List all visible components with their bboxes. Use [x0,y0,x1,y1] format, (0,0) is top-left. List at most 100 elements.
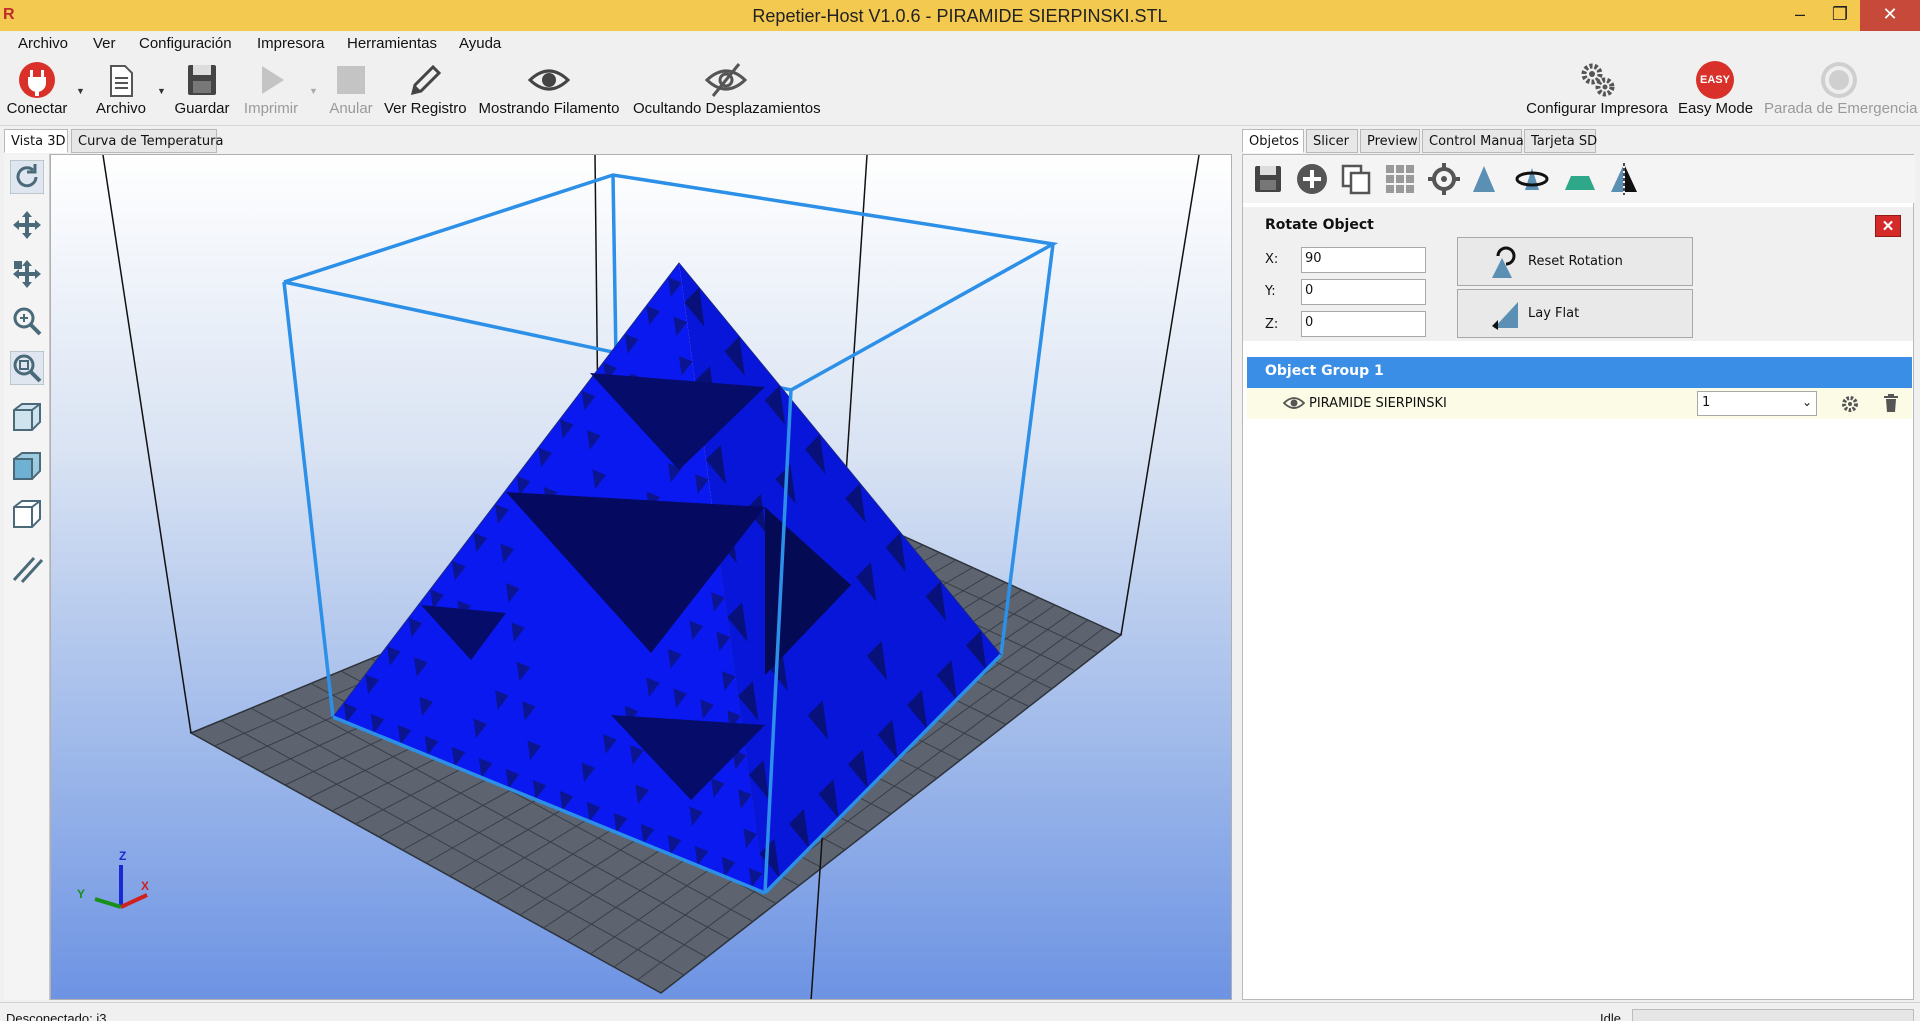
menu-herramientas[interactable]: Herramientas [347,35,437,52]
rotate-z-label: Z: [1265,317,1279,332]
move-object-icon[interactable] [10,257,44,291]
status-bar: Desconectado: i3 Idle [0,1002,1920,1021]
floppy-disk-icon [188,65,216,95]
move-view-icon[interactable] [10,208,44,242]
minimize-button[interactable]: – [1780,0,1820,31]
file-label: Archivo [95,100,147,117]
save-button[interactable]: Guardar [171,60,233,117]
scale-object-icon[interactable] [1467,162,1501,196]
print-dropdown-icon[interactable]: ▼ [309,86,318,96]
visibility-eye-icon[interactable] [1283,395,1305,411]
document-icon [110,65,133,97]
window-title: Repetier-Host V1.0.6 - PIRAMIDE SIERPINS… [752,6,1168,26]
maximize-button[interactable]: ❐ [1820,0,1860,31]
tab-objects[interactable]: Objetos [1242,129,1304,153]
power-plug-icon [19,62,55,98]
print-button[interactable]: Imprimir [236,60,306,117]
chevron-down-icon: ⌄ [1801,395,1812,409]
menu-configuracion[interactable]: Configuración [139,35,232,52]
save-object-icon[interactable] [1251,162,1285,196]
rotate-y-input[interactable]: 0 [1301,279,1426,305]
rotate-object-icon[interactable] [1515,162,1549,196]
tab-preview[interactable]: Preview [1360,129,1420,153]
hide-travel-button[interactable]: Ocultando Desplazamientos [633,60,821,117]
rotate-x-label: X: [1265,252,1279,267]
lay-flat-button[interactable]: Lay Flat [1457,289,1693,338]
main-toolbar: Conectar ▼ Archivo ▼ Guardar Imprimir ▼ … [0,56,1920,126]
gears-icon [1581,63,1615,97]
axis-x-label: X [141,879,150,893]
gear-icon[interactable] [1841,395,1859,413]
close-window-button[interactable]: ✕ [1860,0,1920,31]
axis-gizmo: Z X Y [69,849,150,919]
tab-temperature-curve[interactable]: Curva de Temperatura [71,129,223,153]
save-label: Guardar [174,100,230,117]
tab-sd-card[interactable]: Tarjeta SD [1524,129,1597,153]
menu-impresora[interactable]: Impresora [257,35,325,52]
panel-splitter[interactable] [1232,126,1242,1002]
view-log-label: Ver Registro [384,100,467,117]
mirror-object-icon[interactable] [1607,162,1641,196]
3d-viewport[interactable]: Z X Y [50,154,1232,1000]
close-rotate-button[interactable]: ✕ [1875,215,1901,237]
title-bar: R Repetier-Host V1.0.6 - PIRAMIDE SIERPI… [0,0,1920,31]
copies-select[interactable]: 1 ⌄ [1697,391,1817,416]
object-row[interactable]: PIRAMIDE SIERPINSKI 1 ⌄ [1247,388,1912,419]
easy-mode-button[interactable]: EASY Easy Mode [1678,60,1754,117]
tab-vista-3d[interactable]: Vista 3D [4,129,68,153]
menu-ayuda[interactable]: Ayuda [459,35,501,52]
rotate-x-input[interactable]: 90 [1301,247,1426,273]
rotate-z-input[interactable]: 0 [1301,311,1426,337]
front-view-icon[interactable] [10,449,44,483]
connect-button[interactable]: Conectar [4,60,70,117]
menu-archivo[interactable]: Archivo [18,35,68,52]
view-tools [4,154,50,1000]
rotate-panel-title: Rotate Object [1265,217,1374,233]
printer-state: Idle [1600,1011,1621,1021]
show-filament-button[interactable]: Mostrando Filamento [476,60,622,117]
reset-rotation-icon [1492,246,1516,278]
zoom-icon[interactable] [10,304,44,338]
emergency-stop-button[interactable]: Parada de Emergencia [1764,60,1917,117]
eye-icon [528,69,570,91]
cancel-button[interactable]: Anular [323,60,379,117]
menu-bar: Archivo Ver Configuración Impresora Herr… [0,31,1920,56]
axis-z-label: Z [119,849,127,863]
connection-status: Desconectado: i3 [6,1011,107,1021]
tab-slicer[interactable]: Slicer [1306,129,1358,153]
copy-object-icon[interactable] [1339,162,1373,196]
tab-manual-control[interactable]: Control Manual [1422,129,1527,153]
object-group-row[interactable]: Object Group 1 [1247,357,1912,388]
view-log-button[interactable]: Ver Registro [384,60,467,117]
trash-icon[interactable] [1883,394,1899,412]
center-object-icon[interactable] [1427,162,1461,196]
add-object-icon[interactable] [1295,162,1329,196]
isometric-view-icon[interactable] [10,400,44,434]
show-filament-label: Mostrando Filamento [478,100,620,117]
cancel-label: Anular [329,100,373,117]
connect-dropdown-icon[interactable]: ▼ [76,86,85,96]
play-icon [262,66,284,94]
easy-mode-icon: EASY [1694,60,1736,100]
printer-settings-button[interactable]: Configurar Impresora [1524,60,1670,117]
zoom-fit-icon[interactable] [10,351,44,385]
axis-y-label: Y [77,887,86,901]
top-view-icon[interactable] [10,497,44,531]
emergency-stop-icon [1821,62,1857,98]
easy-mode-label: Easy Mode [1678,100,1754,117]
progress-bar [1632,1009,1914,1021]
autoposition-grid-icon[interactable] [1383,162,1417,196]
lay-flat-icon [1492,302,1518,330]
file-button[interactable]: Archivo [90,60,152,117]
reset-rotation-button[interactable]: Reset Rotation [1457,237,1693,286]
stop-icon [337,66,365,94]
pencil-icon [410,64,442,96]
menu-ver[interactable]: Ver [93,35,116,52]
cut-object-icon[interactable] [1563,162,1597,196]
rotate-view-icon[interactable] [10,160,44,194]
parallel-view-icon[interactable] [10,552,44,586]
copies-value: 1 [1702,395,1711,410]
eye-slash-icon [705,63,747,97]
object-name: PIRAMIDE SIERPINSKI [1309,396,1447,411]
file-dropdown-icon[interactable]: ▼ [157,86,166,96]
